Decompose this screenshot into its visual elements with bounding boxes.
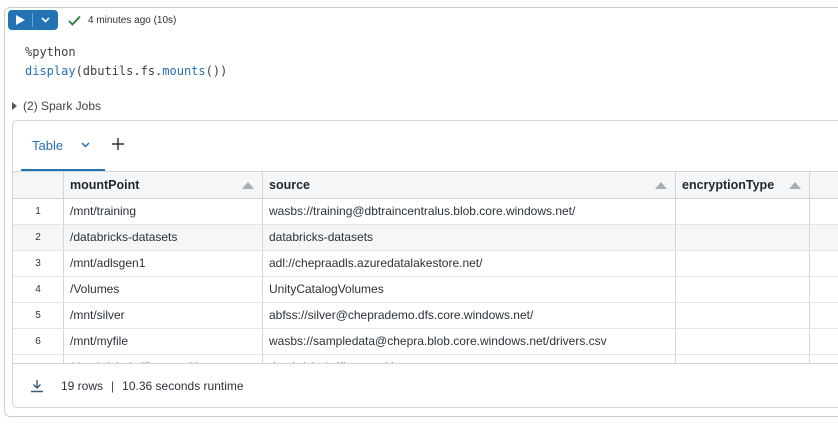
results-panel: Table mountPoint source encryptionType 1… [12, 120, 838, 408]
add-visualization-plus-icon[interactable] [111, 137, 127, 153]
result-tabs: Table [13, 121, 838, 171]
column-header-label: mountPoint [70, 178, 140, 192]
row-number: 4 [13, 277, 64, 302]
cell-mountpoint[interactable]: /Volumes [64, 277, 263, 302]
row-number: 5 [13, 303, 64, 328]
chevron-down-icon[interactable] [81, 140, 91, 150]
code-fn-display: display [25, 64, 76, 78]
row-number: 3 [13, 251, 64, 276]
column-header-source[interactable]: source [263, 172, 676, 198]
cell-source[interactable]: wasbs://training@dbtraincentralus.blob.c… [263, 199, 676, 224]
table-row[interactable]: 4 /Volumes UnityCatalogVolumes [13, 277, 838, 303]
sort-icon[interactable] [789, 182, 801, 189]
sort-icon[interactable] [242, 182, 254, 189]
table-header: mountPoint source encryptionType [13, 172, 838, 199]
cell-source[interactable]: wasbs://sampledata@chepra.blob.core.wind… [263, 329, 676, 354]
code-line-magic: %python [25, 45, 76, 59]
run-cell-button[interactable] [8, 10, 58, 30]
cell-mountpoint[interactable]: /mnt/silver [64, 303, 263, 328]
cell-source[interactable]: UnityCatalogVolumes [263, 277, 676, 302]
cell-encryptiontype[interactable] [676, 225, 810, 250]
cell-toolbar: 4 minutes ago (10s) [8, 10, 176, 30]
table-row[interactable]: 1 /mnt/training wasbs://training@dbtrain… [13, 199, 838, 225]
column-header-mountpoint[interactable]: mountPoint [64, 172, 263, 198]
column-header-label: source [269, 178, 310, 192]
cell-encryptiontype[interactable] [676, 199, 810, 224]
cell-encryptiontype[interactable] [676, 277, 810, 302]
success-check-icon [68, 13, 82, 27]
row-number: 1 [13, 199, 64, 224]
row-number: 6 [13, 329, 64, 354]
cell-mountpoint[interactable]: /mnt/training [64, 199, 263, 224]
cell-spacer [810, 277, 838, 302]
cell-encryptiontype[interactable] [676, 329, 810, 354]
runtime: 10.36 seconds runtime [122, 379, 244, 393]
table-row[interactable]: 5 /mnt/silver abfss://silver@cheprademo.… [13, 303, 838, 329]
cell-encryptiontype[interactable] [676, 303, 810, 328]
tab-table[interactable]: Table [21, 121, 105, 171]
code-line-display: display(dbutils.fs.mounts()) [25, 64, 227, 78]
spark-jobs-label: (2) Spark Jobs [23, 99, 102, 113]
footer-separator: | [111, 379, 115, 393]
cell-spacer [810, 303, 838, 328]
cell-mountpoint[interactable]: /mnt/adlsgen1 [64, 251, 263, 276]
cell-spacer [810, 251, 838, 276]
play-icon[interactable] [8, 10, 32, 30]
spark-jobs-toggle[interactable]: (2) Spark Jobs [12, 99, 101, 113]
chevron-down-icon[interactable] [33, 10, 58, 30]
cell-spacer [810, 199, 838, 224]
table-row[interactable]: 6 /mnt/myfile wasbs://sampledata@chepra.… [13, 329, 838, 355]
table-row[interactable]: 3 /mnt/adlsgen1 adl://chepraadls.azureda… [13, 251, 838, 277]
code-editor[interactable]: %python display(dbutils.fs.mounts()) [25, 43, 227, 81]
column-header-label: encryptionType [682, 178, 775, 192]
cell-spacer [810, 225, 838, 250]
cell-source[interactable]: databricks-datasets [263, 225, 676, 250]
results-table: mountPoint source encryptionType 1 /mnt/… [13, 171, 838, 364]
cell-source[interactable]: adl://chepraadls.azuredatalakestore.net/ [263, 251, 676, 276]
cell-source[interactable]: abfss://silver@cheprademo.dfs.core.windo… [263, 303, 676, 328]
row-count: 19 rows [61, 379, 104, 393]
sort-icon[interactable] [655, 182, 667, 189]
results-footer: 19 rows | 10.36 seconds runtime [13, 363, 838, 408]
row-number: 2 [13, 225, 64, 250]
caret-right-icon [12, 102, 17, 110]
cell-encryptiontype[interactable] [676, 251, 810, 276]
column-header-encryptiontype[interactable]: encryptionType [676, 172, 810, 198]
table-body: 1 /mnt/training wasbs://training@dbtrain… [13, 199, 838, 364]
row-number-header [13, 172, 64, 198]
tab-table-label: Table [32, 137, 64, 153]
column-header-spacer [810, 172, 838, 198]
cell-spacer [810, 329, 838, 354]
download-icon[interactable] [29, 378, 45, 394]
code-fn-mounts: mounts [162, 64, 206, 78]
code-close: ()) [205, 64, 228, 78]
cell-mountpoint[interactable]: /databricks-datasets [64, 225, 263, 250]
run-status: 4 minutes ago (10s) [88, 14, 177, 26]
cell-mountpoint[interactable]: /mnt/myfile [64, 329, 263, 354]
code-args: (dbutils.fs. [75, 64, 163, 78]
table-row[interactable]: 2 /databricks-datasets databricks-datase… [13, 225, 838, 251]
